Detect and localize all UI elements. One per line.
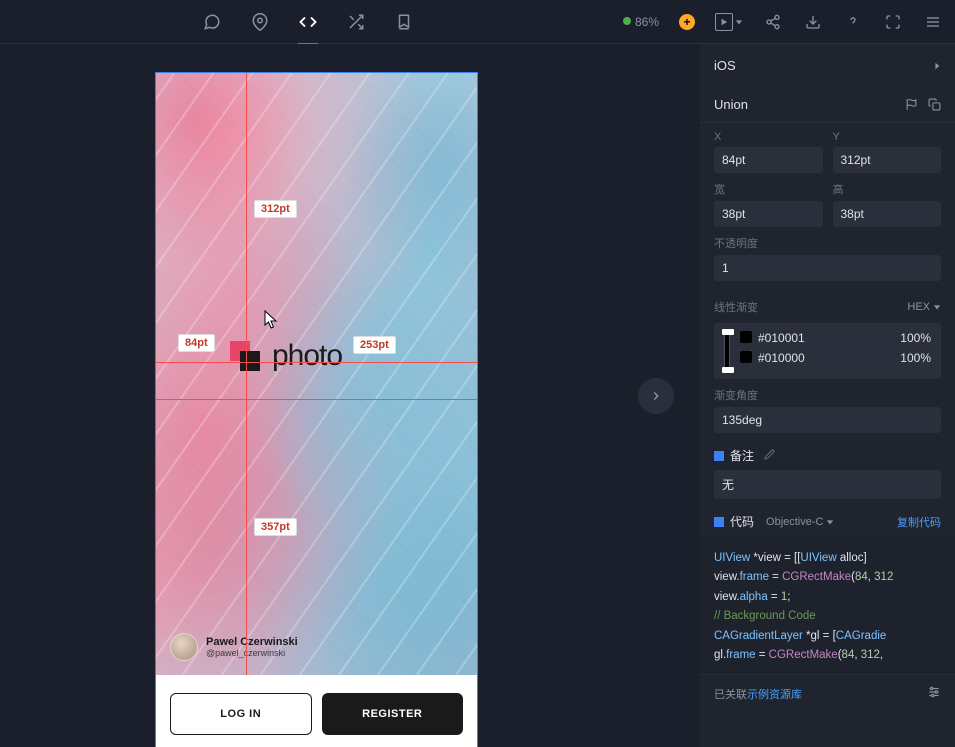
- chevron-down-icon: [735, 18, 743, 26]
- cursor-icon: [264, 310, 280, 330]
- platform-selector[interactable]: iOS: [700, 44, 955, 87]
- topbar-actions: 86% +: [623, 12, 943, 32]
- code-block[interactable]: UIView *view = [[UIView alloc] view.fram…: [700, 538, 955, 674]
- bookmark-icon[interactable]: [394, 12, 414, 32]
- next-artboard-button[interactable]: [638, 378, 674, 414]
- download-icon[interactable]: [803, 12, 823, 32]
- measurement-top: 312pt: [254, 200, 297, 218]
- asset-library-bar: 已关联示例资源库: [700, 674, 955, 712]
- main-row: 312pt 84pt 253pt 357pt photo Pawel Czerw…: [0, 44, 955, 747]
- share-icon[interactable]: [763, 12, 783, 32]
- fullscreen-icon[interactable]: [883, 12, 903, 32]
- menu-icon[interactable]: [923, 12, 943, 32]
- comment-icon[interactable]: [202, 12, 222, 32]
- button-row: LOG IN REGISTER: [156, 675, 477, 747]
- input-y[interactable]: 312pt: [833, 147, 942, 173]
- add-button[interactable]: +: [679, 14, 695, 30]
- label-angle: 渐变角度: [714, 387, 941, 403]
- gradient-stop[interactable]: #010001100%: [740, 331, 931, 345]
- notes-header: 备注: [700, 433, 955, 470]
- inspector-panel: iOS Union X84pt Y312pt 宽38pt 高38pt 不透明度 …: [700, 44, 955, 747]
- label-x: X: [714, 131, 823, 143]
- artboard[interactable]: 312pt 84pt 253pt 357pt photo Pawel Czerw…: [155, 72, 478, 747]
- square-icon: [714, 517, 724, 527]
- artboard-background: 312pt 84pt 253pt 357pt photo Pawel Czerw…: [156, 73, 477, 675]
- topbar-mode-tabs: [202, 12, 414, 32]
- play-button[interactable]: [715, 13, 743, 31]
- label-height: 高: [833, 181, 942, 197]
- guide-vertical: [246, 73, 247, 675]
- zoom-status: 86%: [623, 13, 659, 31]
- location-icon[interactable]: [250, 12, 270, 32]
- guide-horizontal-top: [156, 362, 477, 363]
- gradient-editor[interactable]: #010001100% #010000100%: [714, 323, 941, 379]
- hex-dropdown[interactable]: HEX: [907, 301, 941, 313]
- label-y: Y: [833, 131, 942, 143]
- gradient-stop[interactable]: #010000100%: [740, 351, 931, 365]
- flag-icon[interactable]: [905, 98, 918, 111]
- chevron-down-icon: [826, 518, 834, 526]
- attribution-handle: @pawel_czerwinski: [206, 648, 298, 658]
- avatar: [170, 633, 198, 661]
- measurement-right: 253pt: [353, 336, 396, 354]
- status-dot-icon: [623, 17, 631, 25]
- login-button[interactable]: LOG IN: [170, 693, 312, 735]
- label-width: 宽: [714, 181, 823, 197]
- copy-code-button[interactable]: 复制代码: [897, 514, 941, 530]
- chevron-right-icon: [933, 61, 941, 71]
- copy-icon[interactable]: [928, 98, 941, 111]
- element-name: Union: [714, 97, 748, 112]
- input-angle[interactable]: 135deg: [714, 407, 941, 433]
- settings-icon[interactable]: [927, 685, 941, 702]
- element-name-row: Union: [700, 87, 955, 123]
- input-x[interactable]: 84pt: [714, 147, 823, 173]
- code-icon[interactable]: [298, 12, 318, 32]
- logo-mark-icon: [230, 341, 260, 371]
- help-icon[interactable]: [843, 12, 863, 32]
- attribution-name: Pawel Czerwinski: [206, 636, 298, 648]
- language-dropdown[interactable]: Objective-C: [766, 516, 834, 528]
- square-icon: [714, 451, 724, 461]
- canvas-area[interactable]: 312pt 84pt 253pt 357pt photo Pawel Czerw…: [0, 44, 700, 747]
- label-gradient: 线性渐变: [714, 299, 758, 315]
- swatch-icon: [740, 351, 752, 363]
- logo-text: photo: [272, 339, 342, 373]
- asset-link[interactable]: 示例资源库: [747, 689, 802, 701]
- input-notes[interactable]: 无: [714, 470, 941, 499]
- shuffle-icon[interactable]: [346, 12, 366, 32]
- gradient-bar[interactable]: [724, 331, 730, 371]
- edit-icon[interactable]: [764, 449, 775, 463]
- label-opacity: 不透明度: [714, 235, 941, 251]
- asset-text: 已关联示例资源库: [714, 686, 802, 702]
- input-width[interactable]: 38pt: [714, 201, 823, 227]
- measurement-bottom: 357pt: [254, 518, 297, 536]
- register-button[interactable]: REGISTER: [322, 693, 464, 735]
- chevron-down-icon: [933, 303, 941, 311]
- code-header: 代码 Objective-C 复制代码: [700, 499, 955, 538]
- input-height[interactable]: 38pt: [833, 201, 942, 227]
- attribution: Pawel Czerwinski @pawel_czerwinski: [170, 633, 298, 661]
- topbar: 86% +: [0, 0, 955, 44]
- input-opacity[interactable]: 1: [714, 255, 941, 281]
- guide-horizontal-bottom: [156, 399, 477, 400]
- measurement-left: 84pt: [178, 334, 215, 352]
- swatch-icon: [740, 331, 752, 343]
